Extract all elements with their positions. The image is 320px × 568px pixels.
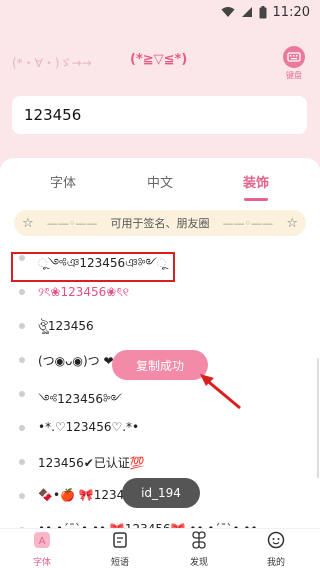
- battery-icon: [259, 5, 267, 19]
- nav-label: 我的: [266, 557, 285, 568]
- nav-label: 短语: [110, 557, 129, 568]
- bottom-nav: A 字体 短语 发现 我的: [0, 528, 320, 568]
- profile-icon: [267, 531, 285, 553]
- banner-decoration-right: ——◦——: [222, 216, 274, 230]
- tab-bar: 字体 中文 装饰: [0, 158, 320, 202]
- star-icon: ☆: [286, 215, 298, 231]
- id-toast: id_194: [122, 478, 200, 508]
- list-item-text: 123456✔已认证💯: [38, 456, 145, 470]
- bullet: [19, 425, 25, 431]
- nav-label: 字体: [32, 557, 51, 568]
- copy-success-toast: 复制成功: [112, 350, 208, 380]
- status-time: 11:20: [272, 4, 310, 20]
- banner-decoration-left: ——◦——: [46, 216, 98, 230]
- svg-text:A: A: [39, 536, 46, 547]
- tab-font[interactable]: 字体: [38, 172, 88, 191]
- annotation-arrow-icon: [200, 374, 241, 410]
- bullet: [19, 357, 25, 363]
- bullet: [19, 323, 25, 329]
- header: (*・∀・)ゞ→→ (*≧▽≦*) 键盘: [0, 40, 320, 90]
- signal-icon: [241, 6, 253, 18]
- tab-chinese[interactable]: 中文: [135, 172, 185, 191]
- kaomoji-preview-left[interactable]: (*・∀・)ゞ→→: [12, 54, 92, 71]
- status-bar: 11:20: [0, 0, 320, 24]
- usage-banner: ☆ ——◦—— 可用于签名、朋友圈 ——◦—— ☆: [14, 210, 306, 236]
- kaomoji-preview-right[interactable]: (*≧▽≦*): [130, 52, 187, 67]
- nav-item-discover[interactable]: 发现: [169, 529, 229, 568]
- bullet: [19, 289, 25, 295]
- list-item-text: •*.♡123456♡.*•: [38, 420, 140, 434]
- keyboard-button[interactable]: 键盘: [282, 46, 306, 82]
- keyboard-icon: [283, 46, 305, 68]
- bullet: [19, 493, 25, 499]
- bullet: [19, 391, 25, 397]
- nav-item-profile[interactable]: 我的: [246, 529, 306, 568]
- list-item[interactable]: ༺123456༻: [0, 378, 320, 410]
- nav-item-font[interactable]: A 字体: [12, 529, 72, 568]
- nav-label: 发现: [189, 557, 208, 568]
- banner-text: 可用于签名、朋友圈: [110, 217, 210, 230]
- list-item[interactable]: 123456✔已认证💯: [0, 446, 320, 478]
- list-item-text: ୨ৎ❀123456❀ৎ୧: [38, 285, 129, 299]
- list-item[interactable]: ঔৣ123456: [0, 310, 320, 342]
- selection-highlight: [11, 252, 175, 282]
- star-icon: ☆: [22, 215, 34, 231]
- nav-item-phrase[interactable]: 短语: [90, 529, 150, 568]
- scrollbar[interactable]: [317, 358, 319, 478]
- active-tab-indicator: [244, 198, 268, 201]
- phrase-icon: [111, 531, 129, 553]
- list-item-text: (つ◉ᴗ◉)つ ❤: [38, 354, 114, 368]
- text-input[interactable]: 123456: [12, 96, 307, 134]
- list-item-text: ঔৣ123456: [38, 319, 94, 333]
- content-panel: 字体 中文 装饰 ☆ ——◦—— 可用于签名、朋友圈 ——◦—— ☆ ૂ༺ঞ12…: [0, 158, 320, 536]
- wifi-icon: [221, 6, 235, 18]
- font-icon: A: [33, 531, 51, 553]
- tab-decoration[interactable]: 装饰: [231, 172, 281, 191]
- keyboard-label: 键盘: [286, 71, 302, 80]
- bullet: [19, 459, 25, 465]
- discover-icon: [190, 530, 208, 553]
- list-item[interactable]: •*.♡123456♡.*•: [0, 412, 320, 444]
